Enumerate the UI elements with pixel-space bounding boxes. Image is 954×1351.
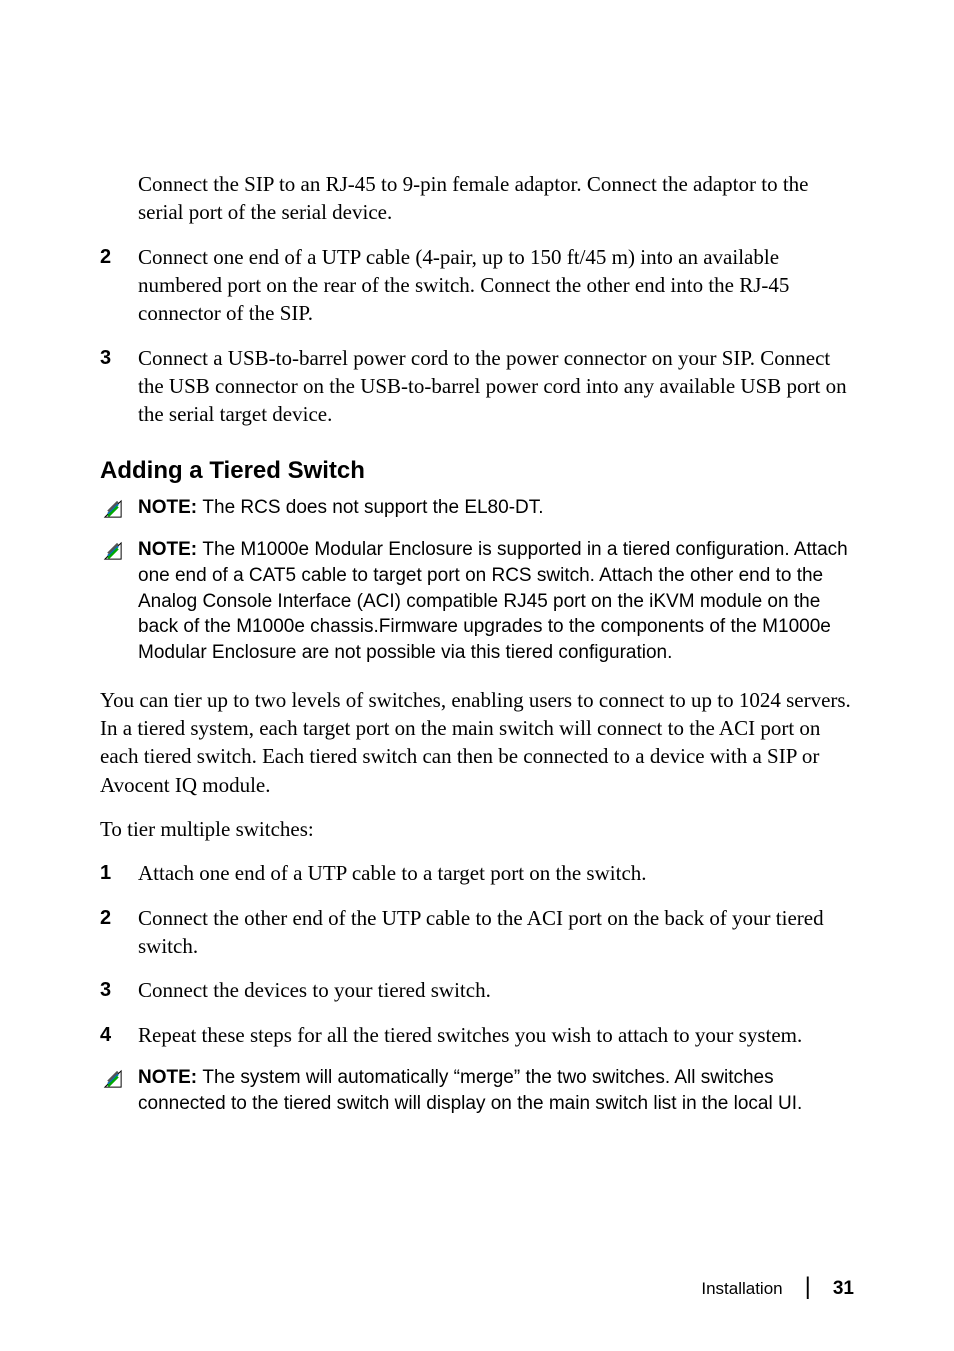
list-text: Repeat these steps for all the tiered sw… [138,1021,854,1049]
note-icon [100,538,126,564]
list-item: 1 Attach one end of a UTP cable to a tar… [100,859,854,887]
list-item: 4 Repeat these steps for all the tiered … [100,1021,854,1049]
note-text: The RCS does not support the EL80-DT. [202,497,543,518]
note-block: NOTE: The RCS does not support the EL80-… [100,495,854,530]
section-heading: Adding a Tiered Switch [100,457,854,485]
list-text: Connect the devices to your tiered switc… [138,976,854,1004]
note-text: The M1000e Modular Enclosure is supporte… [138,539,848,663]
note-icon [100,1066,126,1092]
paragraph-continuation: Connect the SIP to an RJ-45 to 9-pin fem… [100,170,854,227]
footer-section-name: Installation [701,1279,782,1299]
note-block: NOTE: The system will automatically “mer… [100,1065,854,1116]
paragraph: You can tier up to two levels of switche… [100,686,854,799]
list-number: 2 [100,904,138,961]
footer-page-number: 31 [833,1278,854,1300]
list-number: 2 [100,243,138,328]
list-item: 3 Connect a USB-to-barrel power cord to … [100,344,854,429]
list-item: 2 Connect the other end of the UTP cable… [100,904,854,961]
list-text: Attach one end of a UTP cable to a targe… [138,859,854,887]
note-label: NOTE: [138,497,202,518]
note-block: NOTE: The M1000e Modular Enclosure is su… [100,537,854,665]
note-icon [100,496,126,522]
note-label: NOTE: [138,539,202,560]
list-text: Connect the other end of the UTP cable t… [138,904,854,961]
list-number: 4 [100,1021,138,1049]
footer-separator: | [805,1273,811,1301]
list-number: 3 [100,344,138,429]
list-item: 3 Connect the devices to your tiered swi… [100,976,854,1004]
note-label: NOTE: [138,1067,202,1088]
list-item: 2 Connect one end of a UTP cable (4-pair… [100,243,854,328]
list-number: 1 [100,859,138,887]
page-footer: Installation | 31 [701,1275,854,1303]
paragraph: To tier multiple switches: [100,815,854,843]
list-text: Connect a USB-to-barrel power cord to th… [138,344,854,429]
list-text: Connect one end of a UTP cable (4-pair, … [138,243,854,328]
note-text: The system will automatically “merge” th… [138,1067,802,1114]
list-number: 3 [100,976,138,1004]
